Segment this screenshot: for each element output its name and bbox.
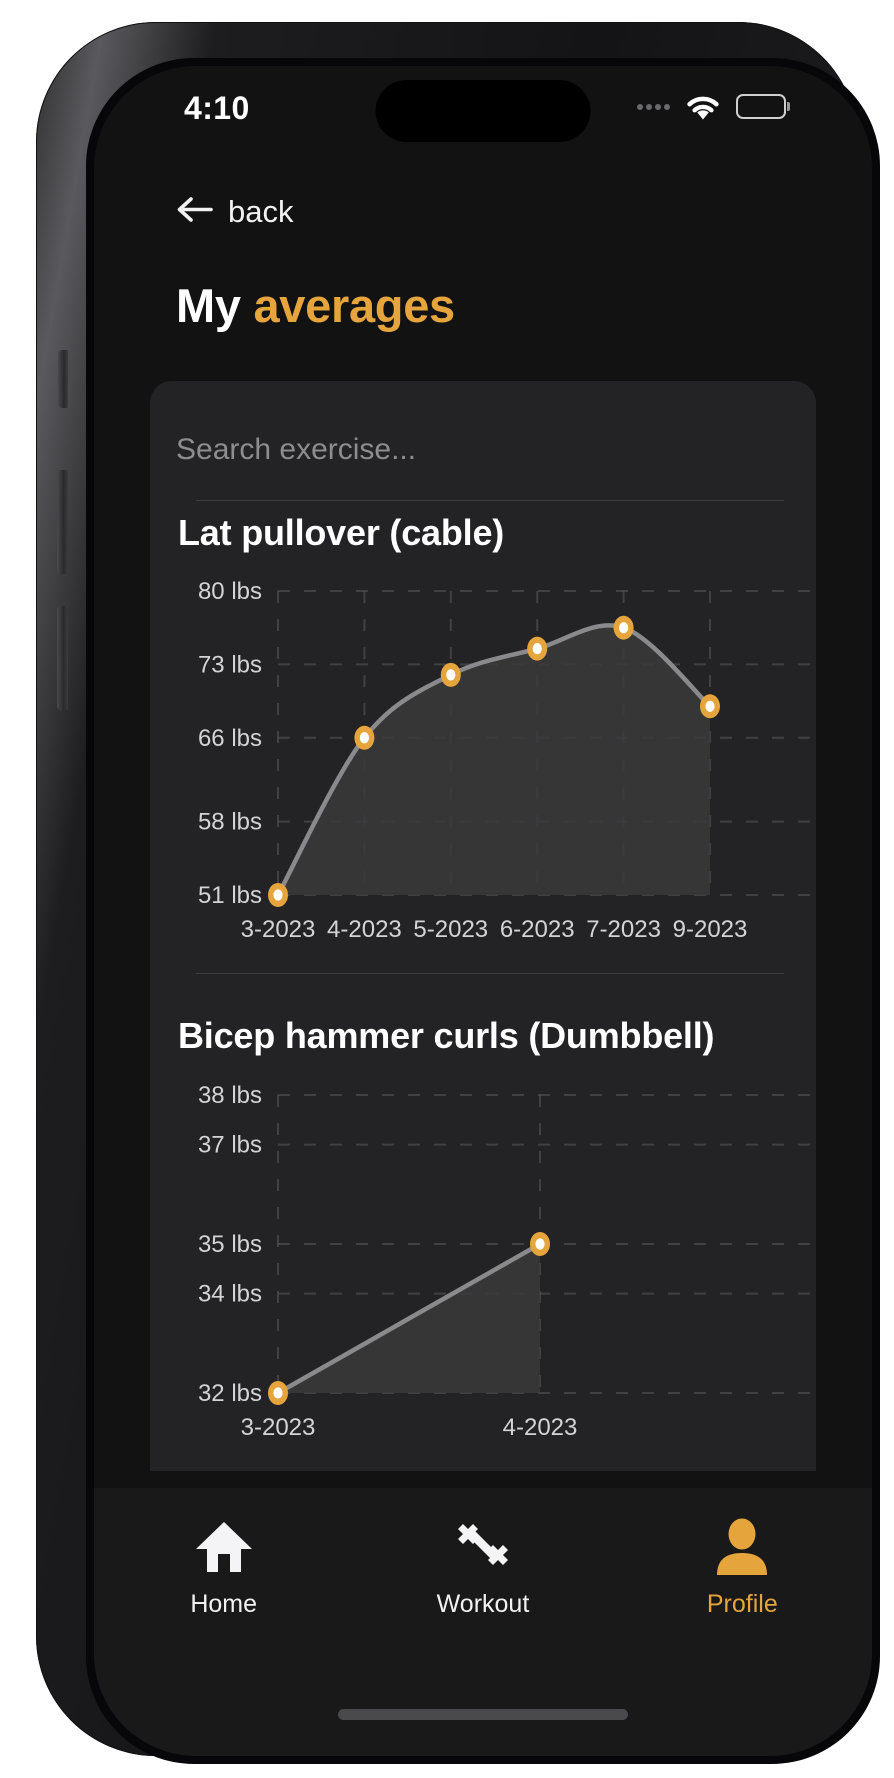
status-indicators [636, 92, 790, 121]
person-icon [713, 1514, 771, 1580]
chart-bicep-hammer-curls[interactable]: 38 lbs 37 lbs 35 lbs 34 lbs 32 lbs 3-2023 4-20… [150, 1081, 816, 1471]
home-indicator[interactable] [338, 1709, 628, 1720]
page-title: My averages [176, 278, 455, 333]
chart-title-lat-pullover: Lat pullover (cable) [178, 512, 505, 553]
svg-text:5-2023: 5-2023 [413, 916, 488, 943]
svg-text:58 lbs: 58 lbs [198, 809, 262, 836]
svg-text:66 lbs: 66 lbs [198, 725, 262, 752]
tab-workout-label: Workout [436, 1590, 530, 1618]
tab-bar: Home Workout Profile [94, 1488, 872, 1756]
search-divider [196, 500, 784, 501]
tab-profile[interactable]: Profile [642, 1514, 842, 1619]
status-bar: 4:10 [94, 66, 872, 158]
volume-up-button[interactable] [57, 470, 68, 574]
dynamic-island [375, 80, 591, 142]
dumbbell-icon [450, 1514, 516, 1580]
page-title-accent: averages [253, 279, 455, 332]
svg-text:4-2023: 4-2023 [503, 1414, 578, 1441]
tab-profile-label: Profile [706, 1590, 778, 1618]
tab-home-label: Home [190, 1590, 257, 1618]
tab-workout[interactable]: Workout [383, 1514, 583, 1619]
svg-text:4-2023: 4-2023 [327, 916, 402, 943]
svg-text:73 lbs: 73 lbs [198, 651, 262, 678]
svg-text:3-2023: 3-2023 [241, 916, 316, 943]
svg-text:32 lbs: 32 lbs [198, 1380, 262, 1407]
back-button-label: back [228, 194, 294, 229]
chart-lat-pullover[interactable]: 80 lbs 73 lbs 66 lbs 58 lbs 51 lbs 3-2023 4-20… [150, 577, 816, 977]
tab-home[interactable]: Home [124, 1514, 324, 1619]
battery-full-icon [735, 94, 790, 119]
search-input[interactable] [176, 417, 788, 483]
svg-text:9-2023: 9-2023 [673, 916, 748, 943]
svg-text:35 lbs: 35 lbs [198, 1231, 262, 1258]
phone-screen: 4:10 back My averages Search exercise...… [94, 66, 872, 1756]
volume-down-button[interactable] [57, 606, 68, 710]
wifi-icon [683, 92, 723, 121]
chart-title-bicep-hammer-curls: Bicep hammer curls (Dumbbell) [178, 1015, 715, 1056]
page-title-prefix: My [176, 279, 254, 332]
silent-switch-button[interactable] [58, 350, 68, 408]
home-icon [193, 1514, 255, 1580]
svg-text:38 lbs: 38 lbs [198, 1082, 262, 1109]
arrow-left-icon [176, 195, 217, 229]
svg-text:37 lbs: 37 lbs [198, 1132, 262, 1159]
svg-text:6-2023: 6-2023 [500, 916, 575, 943]
back-button[interactable]: back [176, 194, 293, 230]
svg-text:51 lbs: 51 lbs [198, 882, 262, 909]
chart-divider [196, 973, 784, 974]
svg-text:80 lbs: 80 lbs [198, 578, 262, 605]
svg-text:3-2023: 3-2023 [241, 1414, 316, 1441]
signal-dots-icon [636, 103, 670, 110]
status-time: 4:10 [184, 90, 250, 126]
svg-text:34 lbs: 34 lbs [198, 1281, 262, 1308]
phone-frame: 4:10 back My averages Search exercise...… [36, 22, 880, 1764]
content-card: Lat pullover (cable) 80 lbs 73 lbs 66 lbs 5… [150, 381, 816, 1471]
svg-text:7-2023: 7-2023 [586, 916, 661, 943]
